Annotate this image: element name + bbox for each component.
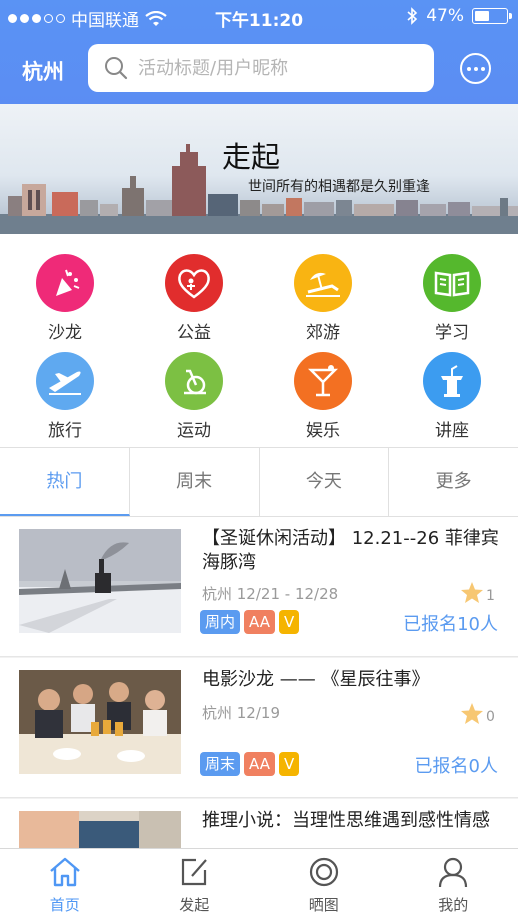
category-label: 郊游 [306,323,340,343]
event-tags: 周内 AA V [200,610,300,634]
exercise-bike-icon [165,352,223,410]
heart-charity-icon [165,254,223,312]
category-label: 公益 [177,323,211,343]
event-title: 【圣诞休闲活动】 12.21--26 菲律宾海豚湾 [202,528,499,573]
tag-aa: AA [244,752,275,776]
home-icon [49,857,80,887]
beach-umbrella-icon [294,254,352,312]
event-rating: 0 [460,702,495,725]
event-title: 推理小说：当理性思维遇到感性情感 [202,810,490,831]
nav-home[interactable]: 首页 [0,849,130,920]
nav-profile[interactable]: 我的 [389,849,518,920]
category-sports[interactable]: 运动 [144,352,244,441]
bottom-nav: 首页 发起 晒图 我的 [0,848,518,920]
star-icon [461,582,483,603]
tag-v: V [278,610,300,634]
nav-photos[interactable]: 晒图 [259,849,389,920]
nav-label: 发起 [179,896,210,914]
search-icon [105,57,128,80]
signup-count: 已报名0人 [414,756,498,777]
tag-weekday: 周内 [200,610,241,634]
party-popper-icon [36,254,94,312]
category-label: 娱乐 [306,421,340,441]
airplane-icon [36,352,94,410]
category-grid: 沙龙 公益 郊游 学习 旅行 运动 娱乐 讲座 [0,234,518,447]
battery-percent: 47% [426,6,464,26]
rating-count: 1 [486,588,495,604]
bluetooth-icon [407,7,418,25]
nav-label: 我的 [438,896,469,914]
compose-icon [182,858,208,886]
signup-count: 已报名10人 [403,614,498,635]
category-label: 沙龙 [48,323,82,343]
battery-icon [472,8,512,24]
category-entertainment[interactable]: 娱乐 [273,352,373,441]
event-thumbnail [19,811,181,848]
rating-count: 0 [486,709,495,725]
tab-today[interactable]: 今天 [260,448,390,516]
event-tags: 周末 AA V [200,752,300,776]
list-item[interactable]: 电影沙龙 —— 《星辰往事》 杭州 12/19 0 周末 AA V 已报名0人 [0,658,518,798]
event-thumbnail [19,670,181,774]
category-study[interactable]: 学习 [402,254,502,343]
category-label: 旅行 [48,421,82,441]
tag-weekend: 周末 [200,752,241,776]
category-travel[interactable]: 旅行 [15,352,115,441]
user-icon [439,857,468,888]
search-input[interactable] [138,57,418,79]
nav-label: 晒图 [308,896,339,914]
star-icon [461,703,483,724]
category-charity[interactable]: 公益 [144,254,244,343]
search-bar[interactable] [88,44,434,92]
event-thumbnail [19,529,181,633]
event-list: 【圣诞休闲活动】 12.21--26 菲律宾海豚湾 杭州 12/21 - 12/… [0,517,518,848]
category-lecture[interactable]: 讲座 [402,352,502,441]
event-title: 电影沙龙 —— 《星辰往事》 [202,669,430,690]
hero-banner[interactable]: 走起 世间所有的相遇都是久别重逢 [0,104,518,234]
cocktail-icon [294,352,352,410]
podium-icon [423,352,481,410]
status-bar: 中国联通 下午11:20 47% [0,0,518,34]
category-outing[interactable]: 郊游 [273,254,373,343]
event-rating: 1 [460,581,495,604]
category-label: 学习 [435,323,469,343]
category-salon[interactable]: 沙龙 [15,254,115,343]
category-label: 运动 [177,421,211,441]
tab-weekend[interactable]: 周末 [130,448,260,516]
camera-lens-icon [309,857,338,887]
event-location-date: 杭州 12/19 [202,704,280,722]
category-label: 讲座 [435,421,469,441]
app-header: 中国联通 下午11:20 47% 杭州 [0,0,518,104]
tab-hot[interactable]: 热门 [0,448,130,516]
nav-create[interactable]: 发起 [130,849,260,920]
banner-subtitle: 世间所有的相遇都是久别重逢 [248,179,430,195]
nav-label: 首页 [49,896,80,914]
list-item[interactable]: 【圣诞休闲活动】 12.21--26 菲律宾海豚湾 杭州 12/21 - 12/… [0,517,518,657]
city-selector[interactable]: 杭州 [22,56,64,86]
tab-more[interactable]: 更多 [389,448,518,516]
event-location-date: 杭州 12/21 - 12/28 [202,585,339,603]
tag-aa: AA [244,610,275,634]
open-book-icon [423,254,481,312]
banner-title: 走起 [222,140,281,174]
tag-v: V [278,752,300,776]
more-dots-icon[interactable] [460,53,491,84]
list-item[interactable]: 推理小说：当理性思维遇到感性情感 [0,799,518,848]
filter-tabs: 热门 周末 今天 更多 [0,447,518,517]
